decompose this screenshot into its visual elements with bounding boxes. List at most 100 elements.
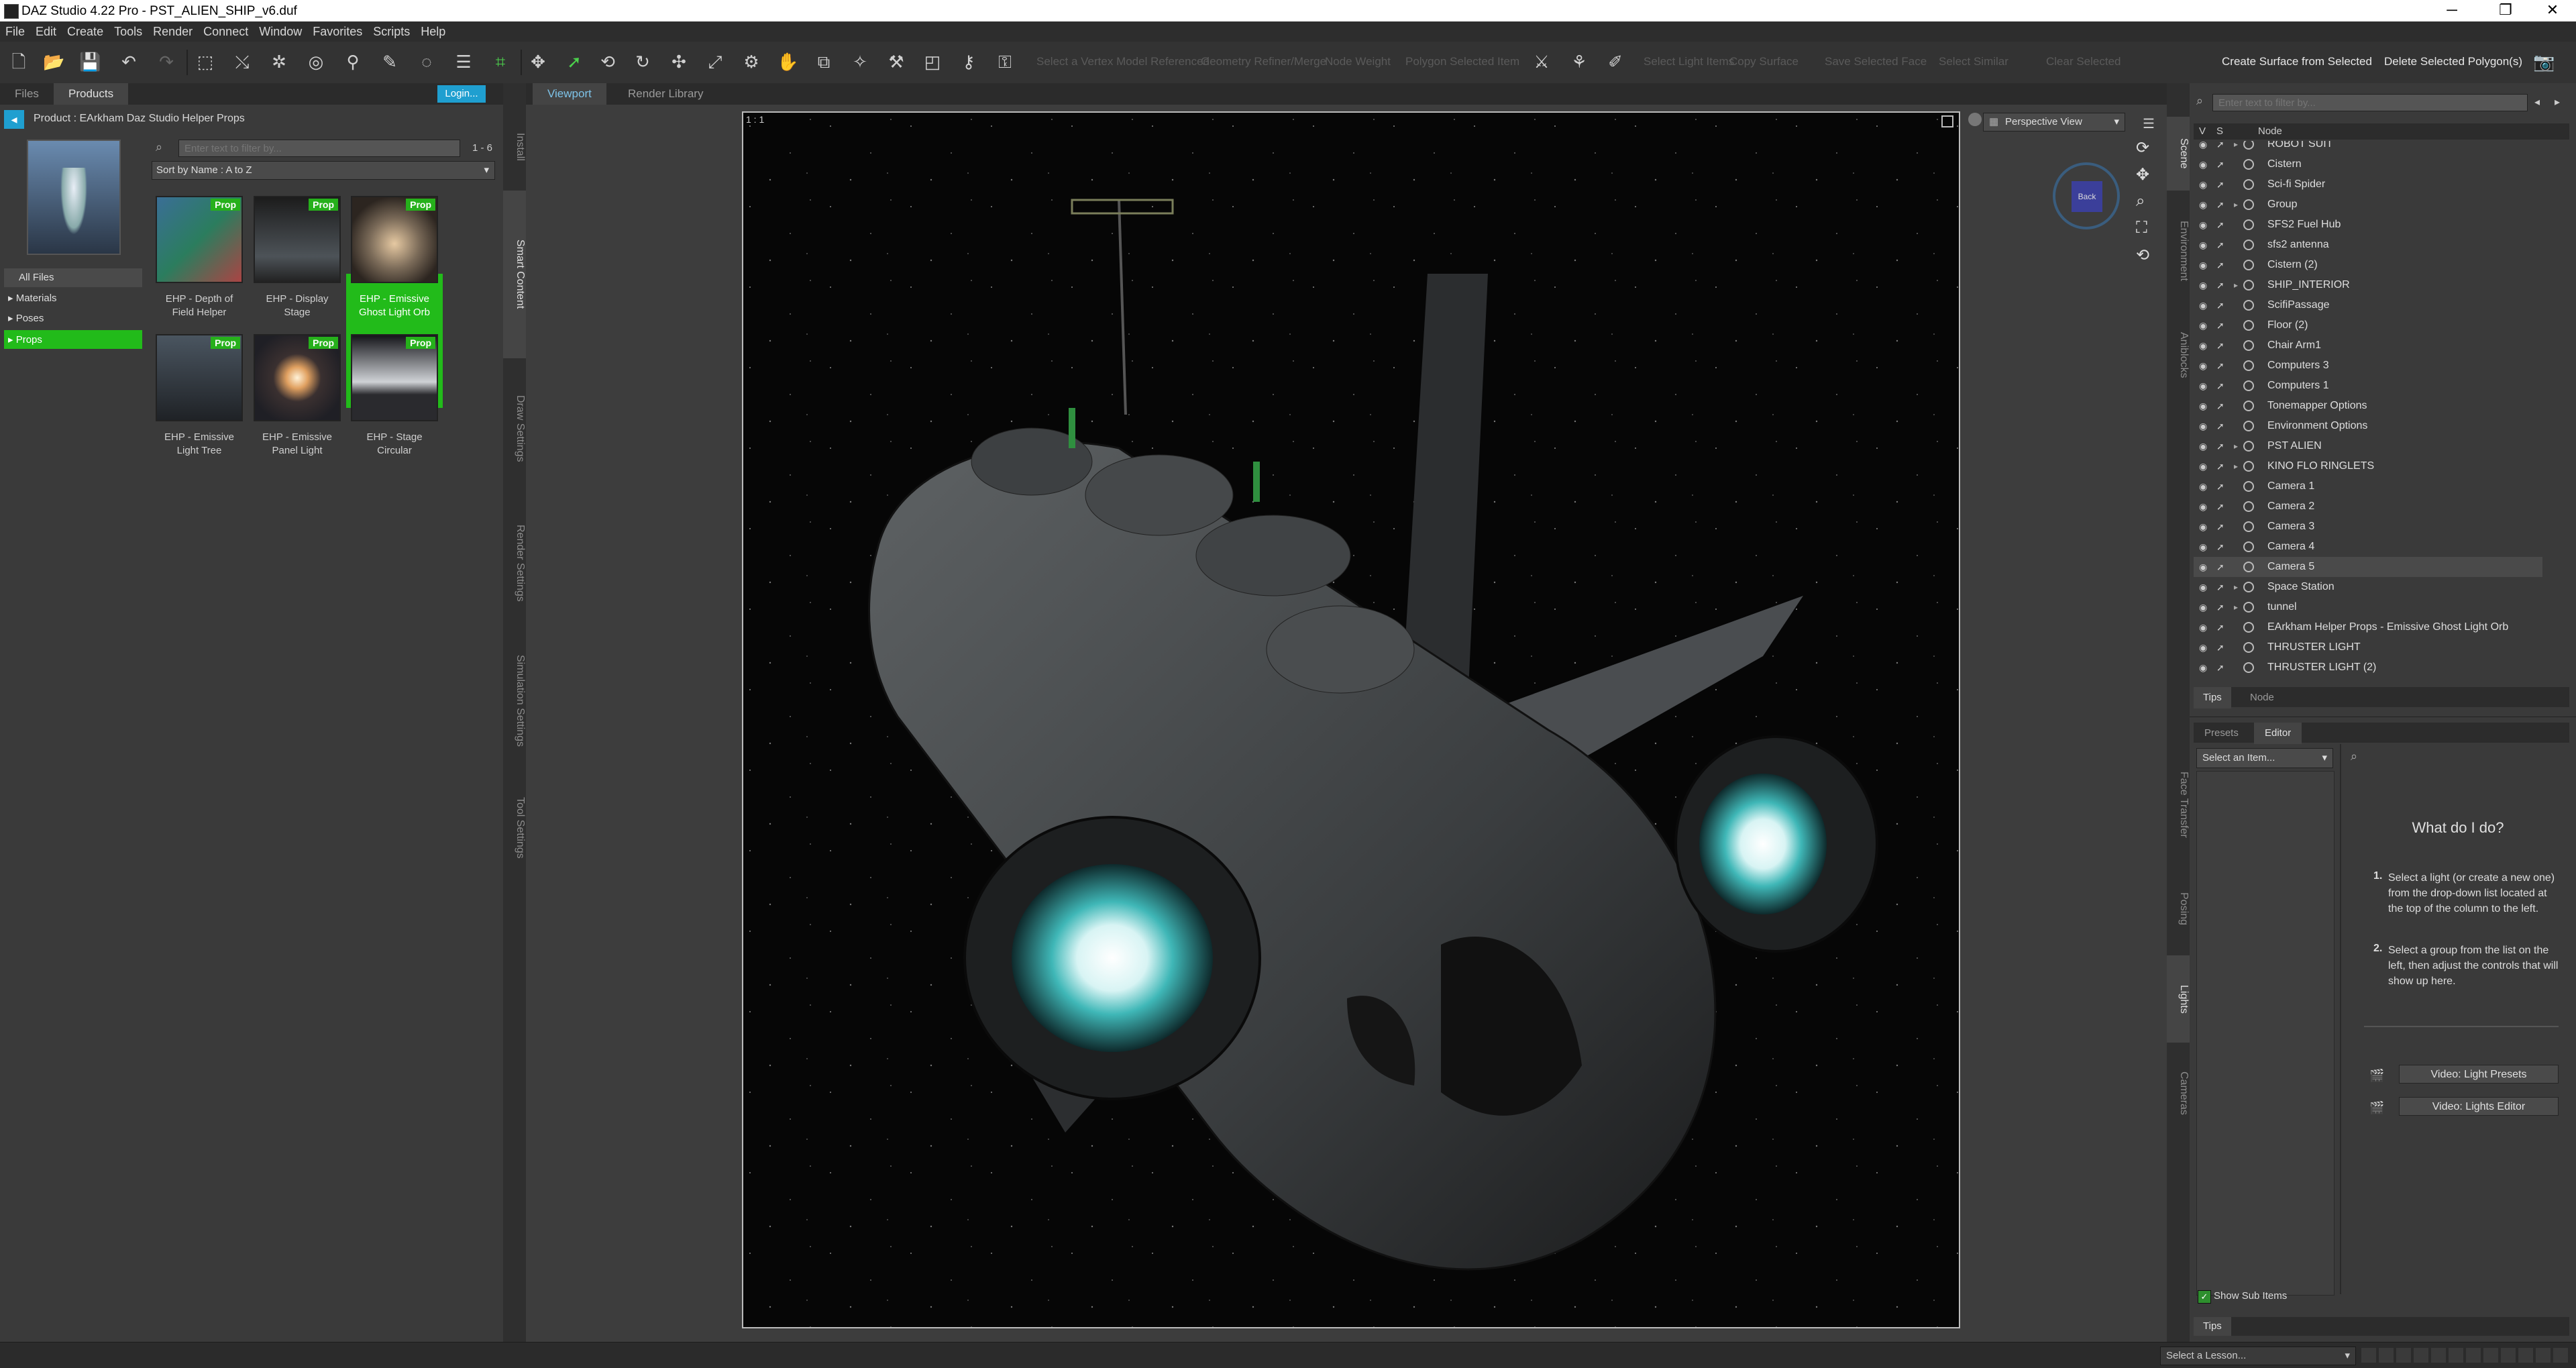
selectable-arrow-icon[interactable]: ➚ — [2216, 617, 2224, 637]
visibility-eye-icon[interactable]: ◉ — [2199, 315, 2207, 335]
viewport-options-icon[interactable]: ☰ — [2143, 115, 2155, 132]
tab-editor[interactable]: Editor — [2254, 723, 2302, 744]
bend-tool-icon[interactable]: ⚙ — [741, 51, 762, 72]
selectable-arrow-icon[interactable]: ➚ — [2216, 416, 2224, 436]
scene-node-row[interactable]: ◉ ➚ Computers 3 — [2194, 356, 2542, 376]
video-light-presets-button[interactable]: Video: Light Presets — [2399, 1065, 2559, 1084]
product-thumb-stage-circular[interactable]: Prop — [351, 334, 438, 421]
toolbar-action-disabled[interactable]: Geometry Refiner/Merge — [1201, 55, 1326, 68]
folder-props[interactable]: ▸ Props — [4, 330, 142, 349]
visibility-eye-icon[interactable]: ◉ — [2199, 295, 2207, 315]
login-button[interactable]: Login... — [437, 85, 486, 103]
visibility-eye-icon[interactable]: ◉ — [2199, 335, 2207, 356]
tab-draw-settings[interactable]: Draw Settings — [503, 365, 526, 492]
selectable-arrow-icon[interactable]: ➚ — [2216, 154, 2224, 174]
zoom-camera-icon[interactable]: ⌕ — [2136, 192, 2145, 211]
spot-render-icon[interactable]: ◎ — [305, 51, 327, 72]
visibility-eye-icon[interactable]: ◉ — [2199, 597, 2207, 617]
tab-node[interactable]: Node — [2241, 687, 2284, 708]
menu-connect[interactable]: Connect — [198, 21, 254, 42]
content-search-input[interactable] — [178, 140, 460, 157]
tab-face-transfer[interactable]: Face Transfer — [2167, 747, 2190, 861]
visibility-eye-icon[interactable]: ◉ — [2199, 476, 2207, 496]
visibility-eye-icon[interactable]: ◉ — [2199, 195, 2207, 215]
scene-node-row[interactable]: ◉ ➚ Cistern — [2194, 154, 2542, 174]
menu-scripts[interactable]: Scripts — [368, 21, 415, 42]
tab-viewport[interactable]: Viewport — [533, 83, 606, 105]
visibility-eye-icon[interactable]: ◉ — [2199, 376, 2207, 396]
visibility-eye-icon[interactable]: ◉ — [2199, 537, 2207, 557]
visibility-eye-icon[interactable]: ◉ — [2199, 141, 2207, 154]
universal-tool-icon[interactable]: ✥ — [527, 51, 549, 72]
scene-search-input[interactable] — [2212, 94, 2528, 111]
scene-node-row[interactable]: ◉ ➚ THRUSTER LIGHT — [2194, 637, 2542, 657]
tab-render-settings[interactable]: Render Settings — [503, 499, 526, 627]
toolbar-action-disabled[interactable]: Select a Vertex Model Referenced — [1036, 55, 1210, 68]
tab-smart-content[interactable]: Smart Content — [503, 191, 526, 358]
scene-node-row[interactable]: ◉ ➚ ▸ KINO FLO RINGLETS — [2194, 456, 2542, 476]
tab-tips[interactable]: Tips — [2194, 1317, 2231, 1336]
selectable-arrow-icon[interactable]: ➚ — [2216, 295, 2224, 315]
toolbar-action-disabled[interactable]: Select Similar — [1939, 55, 2008, 68]
tab-render-library[interactable]: Render Library — [613, 83, 718, 105]
selectable-arrow-icon[interactable]: ➚ — [2216, 376, 2224, 396]
scene-node-row[interactable]: ◉ ➚ SFS2 Fuel Hub — [2194, 215, 2542, 235]
save-file-icon[interactable]: 💾 — [79, 51, 101, 72]
minimize-button[interactable]: ─ — [2422, 0, 2482, 21]
scene-node-row[interactable]: ◉ ➚ Camera 3 — [2194, 517, 2542, 537]
selectable-arrow-icon[interactable]: ➚ — [2216, 637, 2224, 657]
stamp-tool-icon[interactable]: ✧ — [849, 51, 871, 72]
rigging-icon[interactable]: ⚘ — [1568, 51, 1590, 72]
selectable-arrow-icon[interactable]: ➚ — [2216, 557, 2224, 577]
filter-prev-icon[interactable]: ◂ — [2534, 95, 2540, 109]
product-thumb-panel-light[interactable]: Prop — [254, 334, 341, 421]
frame-camera-icon[interactable]: ⛶ — [2136, 219, 2147, 238]
morph-tool-icon[interactable]: ✋ — [777, 51, 798, 72]
expand-arrow-icon[interactable]: ▸ — [2234, 275, 2238, 295]
selectable-arrow-icon[interactable]: ➚ — [2216, 456, 2224, 476]
selectable-arrow-icon[interactable]: ➚ — [2216, 476, 2224, 496]
visibility-eye-icon[interactable]: ◉ — [2199, 557, 2207, 577]
expand-arrow-icon[interactable]: ▸ — [2234, 436, 2238, 456]
selectable-arrow-icon[interactable]: ➚ — [2216, 235, 2224, 255]
selectable-arrow-icon[interactable]: ➚ — [2216, 436, 2224, 456]
weight-map-icon[interactable]: ⚔ — [1531, 51, 1552, 72]
visibility-eye-icon[interactable]: ◉ — [2199, 577, 2207, 597]
selectable-arrow-icon[interactable]: ➚ — [2216, 537, 2224, 557]
search-icon[interactable]: ⌕ — [2351, 749, 2357, 764]
selectable-arrow-icon[interactable]: ➚ — [2216, 517, 2224, 537]
expand-arrow-icon[interactable]: ▸ — [2234, 597, 2238, 617]
visibility-eye-icon[interactable]: ◉ — [2199, 255, 2207, 275]
back-icon[interactable]: ◂ — [4, 110, 24, 129]
scene-node-row[interactable]: ◉ ➚ Computers 1 — [2194, 376, 2542, 396]
joint-editor-icon[interactable]: ⤯ — [231, 51, 253, 72]
scene-node-row[interactable]: ◉ ➚ Camera 4 — [2194, 537, 2542, 557]
visibility-eye-icon[interactable]: ◉ — [2199, 356, 2207, 376]
paint-icon[interactable]: ✐ — [1605, 51, 1626, 72]
filter-next-icon[interactable]: ▸ — [2555, 95, 2560, 109]
folder-all-files[interactable]: All Files — [4, 268, 142, 287]
folder-materials[interactable]: ▸ Materials — [4, 288, 142, 307]
scene-node-row[interactable]: ◉ ➚ THRUSTER LIGHT (2) — [2194, 657, 2542, 678]
wrench-tool-icon[interactable]: ⚒ — [885, 51, 907, 72]
scene-node-row[interactable]: ◉ ➚ Tonemapper Options — [2194, 396, 2542, 416]
selectable-arrow-icon[interactable]: ➚ — [2216, 335, 2224, 356]
selectable-arrow-icon[interactable]: ➚ — [2216, 597, 2224, 617]
camera-snap-icon[interactable]: ⧉ — [813, 51, 835, 72]
toolbar-action-disabled[interactable]: Node Weight — [1325, 55, 1391, 68]
scene-node-row[interactable]: ◉ ➚ sfs2 antenna — [2194, 235, 2542, 255]
product-thumb-depth-of-field[interactable]: Prop — [156, 196, 243, 283]
tab-tool-settings[interactable]: Tool Settings — [503, 774, 526, 882]
expand-arrow-icon[interactable]: ▸ — [2234, 577, 2238, 597]
expand-arrow-icon[interactable]: ▸ — [2234, 456, 2238, 476]
toolbar-action-disabled[interactable]: Select Light Items — [1644, 55, 1734, 68]
geometry-tool-icon[interactable]: ✲ — [268, 51, 290, 72]
scene-node-row[interactable]: ◉ ➚ Camera 2 — [2194, 496, 2542, 517]
menu-help[interactable]: Help — [415, 21, 451, 42]
tab-scene[interactable]: Scene — [2167, 117, 2190, 191]
scene-node-row[interactable]: ◉ ➚ ▸ ROBOT SUIT — [2194, 141, 2542, 154]
node-tool-icon[interactable]: ⬚ — [195, 51, 216, 72]
selectable-arrow-icon[interactable]: ➚ — [2216, 396, 2224, 416]
tab-install[interactable]: Install — [503, 110, 526, 184]
tab-files[interactable]: Files — [0, 83, 54, 105]
